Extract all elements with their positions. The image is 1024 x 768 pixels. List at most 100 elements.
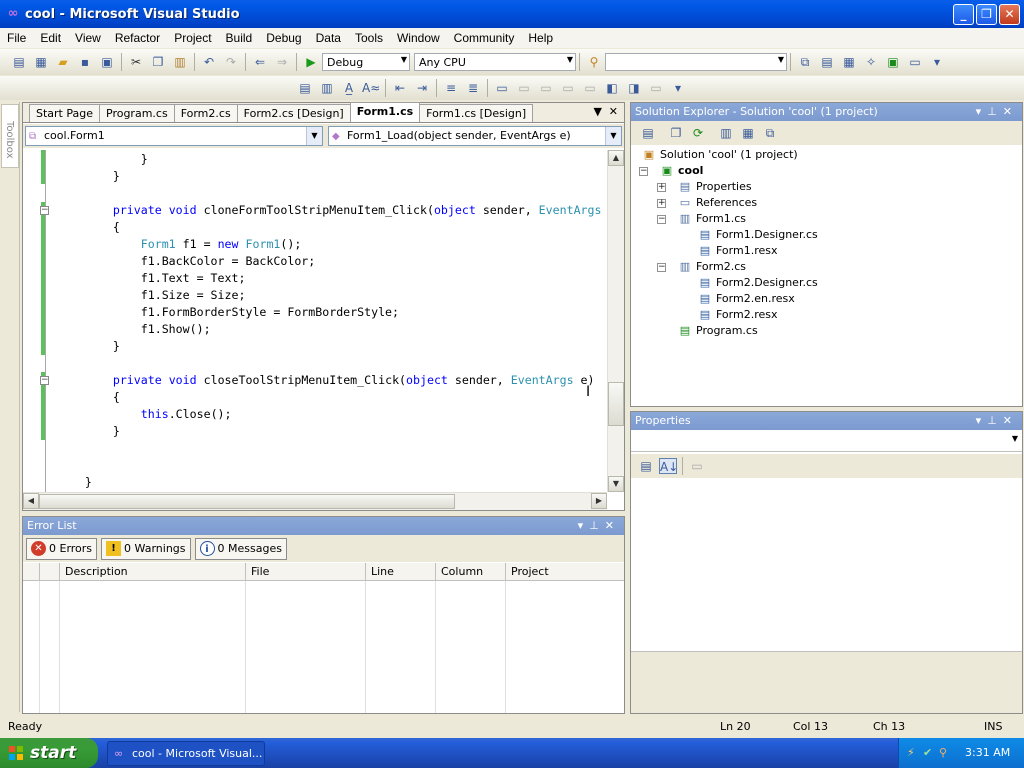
start-button[interactable]: start bbox=[0, 738, 98, 768]
object-browser-icon[interactable]: ▦ bbox=[840, 54, 858, 70]
tab-program-cs[interactable]: Program.cs bbox=[99, 104, 175, 122]
expand-icon[interactable]: + bbox=[657, 199, 666, 208]
new-project-icon[interactable]: ▤ bbox=[10, 54, 28, 70]
start-debugging-icon[interactable]: ▶ bbox=[302, 54, 320, 70]
solution-explorer-icon[interactable]: ⧉ bbox=[796, 54, 814, 70]
menu-refactor[interactable]: Refactor bbox=[108, 31, 167, 45]
show-all-files-icon[interactable]: ❐ bbox=[667, 125, 685, 141]
menu-edit[interactable]: Edit bbox=[33, 31, 68, 45]
comment-lines-icon[interactable]: ≡ bbox=[442, 80, 460, 96]
next-bookmark-icon[interactable]: ▭ bbox=[537, 80, 555, 96]
tree-node-form2-designer-cs[interactable]: ▤ Form2.Designer.cs bbox=[697, 275, 818, 291]
menu-debug[interactable]: Debug bbox=[259, 31, 308, 45]
navigate-forward-icon[interactable]: ⇒ bbox=[273, 54, 291, 70]
previous-bookmark-folder-icon[interactable]: ▭ bbox=[559, 80, 577, 96]
solution-config-combo[interactable]: Debug ▼ bbox=[322, 53, 410, 71]
view-designer-icon[interactable]: ▦ bbox=[739, 125, 757, 141]
tab-list-icon[interactable]: ▼ bbox=[594, 105, 602, 118]
member-combo[interactable]: ◆ Form1_Load(object sender, EventArgs e)… bbox=[328, 126, 622, 146]
close-document-icon[interactable]: ✕ bbox=[609, 105, 618, 118]
menu-project[interactable]: Project bbox=[167, 31, 218, 45]
toolbox-tab[interactable]: Toolbox bbox=[1, 104, 19, 168]
editor-vertical-scrollbar[interactable]: ▲ ▼ bbox=[607, 150, 624, 492]
previous-bookmark-document-icon[interactable]: ◧ bbox=[603, 80, 621, 96]
panel-controls[interactable]: ▾⊥✕ bbox=[976, 103, 1018, 121]
menu-view[interactable]: View bbox=[68, 31, 108, 45]
tree-node-form1-cs[interactable]: ▥ Form1.cs bbox=[677, 211, 746, 227]
tab-form1-design[interactable]: Form1.cs [Design] bbox=[419, 104, 534, 122]
open-file-icon[interactable]: ▰ bbox=[54, 54, 72, 70]
menu-build[interactable]: Build bbox=[219, 31, 260, 45]
toolbar-options-icon[interactable]: ▾ bbox=[928, 54, 946, 70]
object-selector-combo[interactable]: ▼ bbox=[631, 430, 1022, 452]
menu-data[interactable]: Data bbox=[309, 31, 348, 45]
tab-form2-cs[interactable]: Form2.cs bbox=[173, 104, 238, 122]
view-code-icon[interactable]: ▥ bbox=[717, 125, 735, 141]
tree-node-form2-resx[interactable]: ▤ Form2.resx bbox=[697, 307, 778, 323]
close-button[interactable]: ✕ bbox=[999, 3, 1020, 25]
editor-horizontal-scrollbar[interactable]: ◀ ▶ bbox=[23, 492, 607, 510]
scroll-thumb[interactable] bbox=[608, 382, 624, 426]
tab-form1-cs[interactable]: Form1.cs bbox=[349, 102, 421, 122]
collapse-icon[interactable]: − bbox=[639, 167, 648, 176]
find-combo[interactable]: ▼ bbox=[605, 53, 787, 71]
menu-tools[interactable]: Tools bbox=[348, 31, 390, 45]
tree-node-form2-cs[interactable]: ▥ Form2.cs bbox=[677, 259, 746, 275]
tree-node-project[interactable]: ▣ cool bbox=[659, 163, 704, 179]
column-header-line[interactable]: Line bbox=[365, 563, 435, 581]
next-bookmark-folder-icon[interactable]: ▭ bbox=[581, 80, 599, 96]
scroll-up-icon[interactable]: ▲ bbox=[608, 150, 624, 166]
paste-icon[interactable]: ▥ bbox=[171, 54, 189, 70]
start-page-icon[interactable]: ▣ bbox=[884, 54, 902, 70]
previous-bookmark-icon[interactable]: ▭ bbox=[515, 80, 533, 96]
refresh-icon[interactable]: ⟳ bbox=[689, 125, 707, 141]
column-header-file[interactable]: File bbox=[245, 563, 365, 581]
collapse-icon[interactable]: − bbox=[657, 215, 666, 224]
alphabetical-icon[interactable]: A↓ bbox=[659, 458, 678, 474]
property-pages-icon[interactable]: ▭ bbox=[688, 458, 706, 474]
display-object-member-list-icon[interactable]: ▤ bbox=[296, 80, 314, 96]
categorized-icon[interactable]: ▤ bbox=[637, 458, 655, 474]
tray-security-icon[interactable]: ✔ bbox=[923, 738, 932, 768]
tab-form2-design[interactable]: Form2.cs [Design] bbox=[236, 104, 351, 122]
command-window-icon[interactable]: ▭ bbox=[906, 54, 924, 70]
collapse-icon[interactable]: − bbox=[40, 376, 49, 385]
tree-node-solution[interactable]: ▣ Solution 'cool' (1 project) bbox=[641, 147, 798, 163]
uncomment-lines-icon[interactable]: ≣ bbox=[464, 80, 482, 96]
tree-node-form1-resx[interactable]: ▤ Form1.resx bbox=[697, 243, 778, 259]
scroll-down-icon[interactable]: ▼ bbox=[608, 476, 624, 492]
add-item-icon[interactable]: ▦ bbox=[32, 54, 50, 70]
panel-controls[interactable]: ▾⊥✕ bbox=[578, 517, 620, 535]
find-in-files-icon[interactable]: ⚲ bbox=[585, 54, 603, 70]
solution-platform-combo[interactable]: Any CPU ▼ bbox=[414, 53, 576, 71]
cut-icon[interactable]: ✂ bbox=[127, 54, 145, 70]
next-bookmark-document-icon[interactable]: ◨ bbox=[625, 80, 643, 96]
errors-filter-button[interactable]: ✕ 0 Errors bbox=[26, 537, 98, 560]
messages-filter-button[interactable]: i 0 Messages bbox=[194, 537, 287, 560]
tree-node-properties[interactable]: ▤ Properties bbox=[677, 179, 752, 195]
toolbox-icon[interactable]: ✧ bbox=[862, 54, 880, 70]
tab-start-page[interactable]: Start Page bbox=[29, 104, 100, 122]
class-combo[interactable]: ⧉ cool.Form1 ▼ bbox=[25, 126, 323, 146]
column-header-project[interactable]: Project bbox=[505, 563, 624, 581]
properties-icon[interactable]: ▤ bbox=[639, 125, 657, 141]
display-word-completion-icon[interactable]: A≈ bbox=[362, 80, 380, 96]
minimize-button[interactable]: _ bbox=[953, 3, 974, 25]
restore-button[interactable]: ❐ bbox=[976, 3, 997, 25]
tray-network-icon[interactable]: ⚡ bbox=[907, 738, 915, 768]
menu-file[interactable]: File bbox=[0, 31, 33, 45]
panel-controls[interactable]: ▾⊥✕ bbox=[976, 412, 1018, 430]
column-header-column[interactable]: Column bbox=[435, 563, 505, 581]
view-class-diagram-icon[interactable]: ⧉ bbox=[761, 125, 779, 141]
tray-search-icon[interactable]: ⚲ bbox=[939, 738, 947, 768]
decrease-indent-icon[interactable]: ⇤ bbox=[391, 80, 409, 96]
navigate-backward-icon[interactable]: ⇐ bbox=[251, 54, 269, 70]
copy-icon[interactable]: ❐ bbox=[149, 54, 167, 70]
tree-node-form1-designer-cs[interactable]: ▤ Form1.Designer.cs bbox=[697, 227, 818, 243]
toolbar-options-icon[interactable]: ▾ bbox=[669, 80, 687, 96]
expand-icon[interactable]: + bbox=[657, 183, 666, 192]
save-icon[interactable]: ▪ bbox=[76, 54, 94, 70]
increase-indent-icon[interactable]: ⇥ bbox=[413, 80, 431, 96]
menu-community[interactable]: Community bbox=[447, 31, 522, 45]
scroll-right-icon[interactable]: ▶ bbox=[591, 493, 607, 509]
